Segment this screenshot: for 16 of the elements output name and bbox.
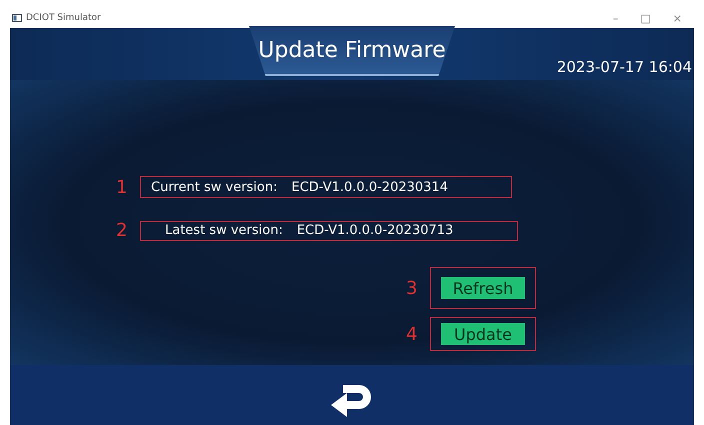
version-label: Latest sw version: <box>165 223 283 238</box>
annotation-number: 2 <box>116 220 126 241</box>
window-control[interactable]: × <box>668 12 686 24</box>
annotation-number: 1 <box>116 176 126 198</box>
datetime: 2023-07-17 16:04 <box>556 58 692 76</box>
action-button[interactable]: Refresh <box>441 277 525 299</box>
action-button[interactable]: Update <box>441 323 525 345</box>
annotation-number: 3 <box>406 278 416 298</box>
version-value: ECD-V1.0.0.0-20230314 <box>292 180 448 194</box>
window-control[interactable]: – <box>608 12 622 24</box>
window-title: DCIOT Simulator <box>26 13 102 23</box>
window-control[interactable]: □ <box>636 12 655 24</box>
version-value: ECD-V1.0.0.0-20230713 <box>296 223 454 238</box>
page-title: Update Firmware <box>258 38 446 62</box>
version-label: Current sw version: <box>151 180 278 194</box>
annotation-number: 4 <box>406 324 416 344</box>
